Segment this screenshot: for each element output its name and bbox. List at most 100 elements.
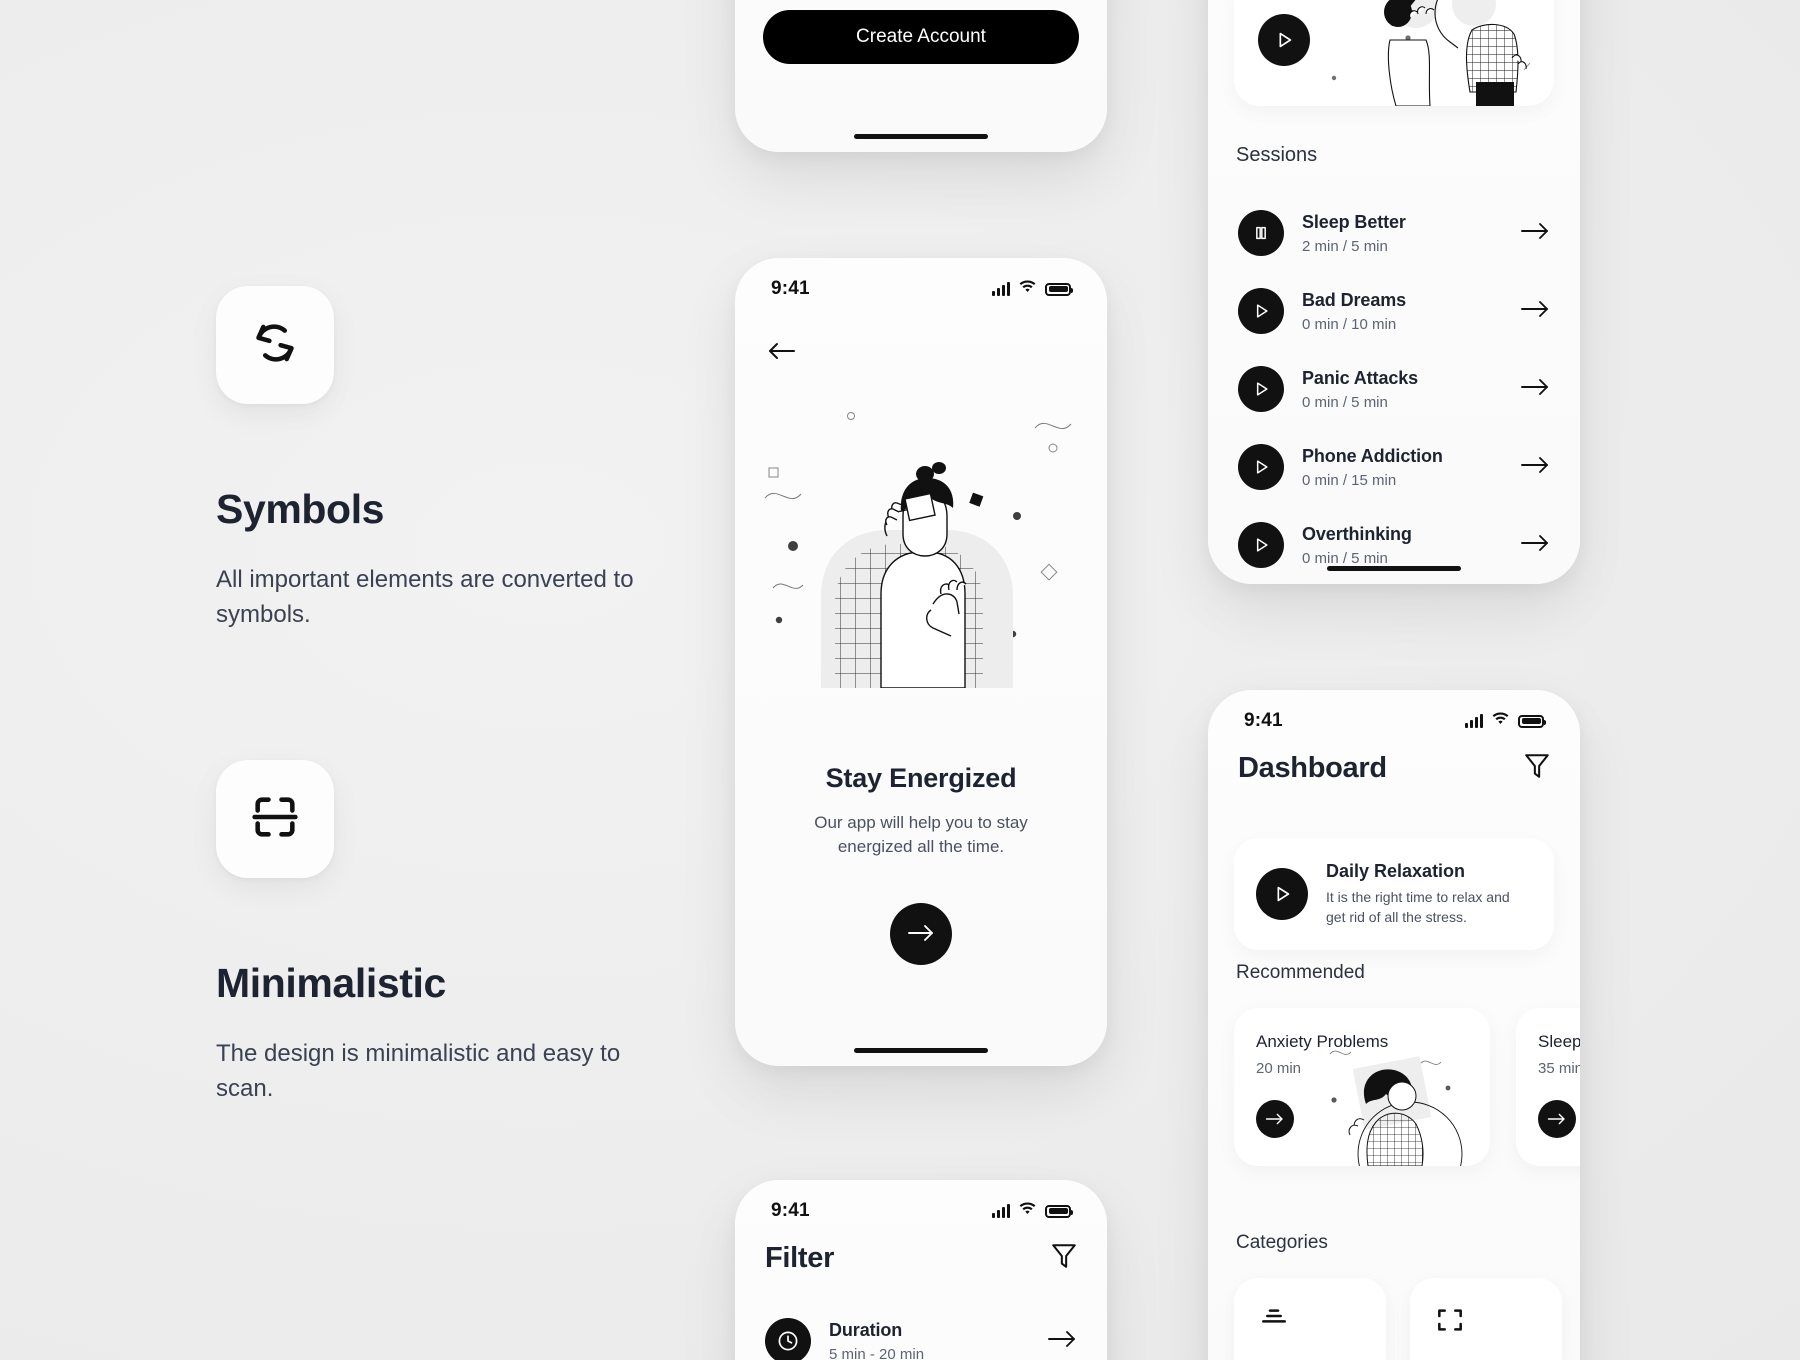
page-title: Dashboard (1238, 752, 1387, 784)
phone-dashboard-screen: 9:41 Dashboard Daily Relaxation It is th… (1208, 690, 1580, 1360)
phone-onboarding-screen: 9:41 Stay Energized Our app will help yo… (735, 258, 1107, 1066)
feature-description: The design is minimalistic and easy to s… (216, 1040, 621, 1102)
cellular-signal-icon (1465, 714, 1483, 728)
recommended-card[interactable]: Anxiety Problems 20 min (1234, 1008, 1490, 1166)
session-title: Overthinking (1302, 523, 1412, 544)
funnel-icon[interactable] (1524, 752, 1550, 785)
battery-full-icon (1518, 714, 1546, 728)
arrow-right-icon[interactable] (1256, 1100, 1294, 1138)
table-row[interactable]: Phone Addiction 0 min / 15 min (1208, 428, 1580, 506)
status-icons (992, 1202, 1073, 1220)
list-item[interactable]: Duration 5 min - 20 min (735, 1302, 1107, 1360)
status-time: 9:41 (1244, 710, 1283, 731)
session-hero-card[interactable] (1234, 0, 1554, 106)
scan-icon (249, 791, 301, 848)
table-row[interactable]: Panic Attacks 0 min / 5 min (1208, 350, 1580, 428)
row-text: Panic Attacks 0 min / 5 min (1302, 368, 1502, 411)
categories-row (1234, 1278, 1562, 1360)
session-progress: 0 min / 10 min (1302, 315, 1397, 333)
feature-title: Symbols (216, 486, 385, 532)
session-progress: 0 min / 5 min (1302, 549, 1388, 567)
daily-card-title: Daily Relaxation (1326, 861, 1466, 882)
signup-screen-body: Create Account (735, 0, 1107, 152)
battery-full-icon (1045, 282, 1073, 296)
play-icon[interactable] (1238, 288, 1284, 334)
play-icon[interactable] (1238, 522, 1284, 568)
next-button[interactable] (890, 903, 952, 965)
daily-relaxation-card[interactable]: Daily Relaxation It is the right time to… (1234, 838, 1554, 950)
arrow-right-icon[interactable] (1520, 533, 1550, 558)
session-progress: 2 min / 5 min (1302, 237, 1388, 255)
feature-minimalistic: Minimalistic The design is minimalistic … (216, 760, 636, 1106)
create-account-button[interactable]: Create Account (763, 10, 1079, 64)
daily-card-text: Daily Relaxation It is the right time to… (1326, 861, 1532, 927)
pause-icon[interactable] (1238, 210, 1284, 256)
home-indicator (854, 1048, 988, 1053)
session-title: Sleep Better (1302, 211, 1406, 232)
feature-list: Symbols All important elements are conve… (216, 286, 636, 1234)
session-title: Phone Addiction (1302, 445, 1443, 466)
section-label-categories: Categories (1236, 1232, 1328, 1253)
filter-screen-body: 9:41 Filter Duration 5 min - 20 min (735, 1180, 1107, 1360)
status-time: 9:41 (771, 1200, 810, 1221)
category-card[interactable] (1234, 1278, 1386, 1360)
row-text: Bad Dreams 0 min / 10 min (1302, 290, 1502, 333)
filter-row-list: Duration 5 min - 20 min (735, 1302, 1107, 1360)
dashboard-header: Dashboard (1238, 752, 1550, 785)
session-progress: 0 min / 5 min (1302, 393, 1388, 411)
play-icon[interactable] (1238, 366, 1284, 412)
table-row[interactable]: Overthinking 0 min / 5 min (1208, 506, 1580, 584)
arrow-right-icon[interactable] (1047, 1329, 1077, 1354)
onboarding-subtitle: Our app will help you to stay energized … (814, 813, 1028, 857)
category-card[interactable] (1410, 1278, 1562, 1360)
arrow-right-icon[interactable] (1520, 377, 1550, 402)
list-item-title: Duration (829, 1319, 903, 1340)
status-bar: 9:41 (1208, 708, 1580, 734)
status-time: 9:41 (771, 278, 810, 299)
play-icon[interactable] (1258, 14, 1310, 66)
recommended-card[interactable]: Sleep 35 min (1516, 1008, 1580, 1166)
arrow-right-icon[interactable] (1520, 221, 1550, 246)
wifi-icon (1492, 712, 1509, 730)
section-label-sessions: Sessions (1236, 144, 1318, 166)
table-row[interactable]: Bad Dreams 0 min / 10 min (1208, 272, 1580, 350)
row-text: Phone Addiction 0 min / 15 min (1302, 446, 1502, 489)
cellular-signal-icon (992, 1204, 1010, 1218)
onboarding-title: Stay Energized (825, 763, 1017, 793)
onboarding-illustration (735, 388, 1107, 689)
play-icon[interactable] (1256, 868, 1308, 920)
wifi-icon (1019, 280, 1036, 298)
session-title: Bad Dreams (1302, 289, 1407, 310)
frame-icon (1434, 1304, 1466, 1341)
battery-full-icon (1045, 1204, 1073, 1218)
sync-icon (249, 317, 301, 374)
hero-illustration (1331, 0, 1531, 106)
recommended-carousel[interactable]: Anxiety Problems 20 min Sleep 35 min (1234, 1008, 1580, 1166)
scan-icon-tile (216, 760, 334, 879)
play-icon[interactable] (1238, 444, 1284, 490)
status-icons (1465, 712, 1546, 730)
table-row[interactable]: Sleep Better 2 min / 5 min (1208, 194, 1580, 272)
clock-icon (765, 1318, 811, 1360)
onboarding-screen-body: 9:41 Stay Energized Our app will help yo… (735, 258, 1107, 1066)
phone-filter-screen: 9:41 Filter Duration 5 min - 20 min (735, 1180, 1107, 1360)
home-indicator (854, 134, 988, 139)
funnel-icon[interactable] (1051, 1242, 1077, 1275)
row-text: Sleep Better 2 min / 5 min (1302, 212, 1502, 255)
phone-signup-screen: Create Account (735, 0, 1107, 152)
section-label-recommended: Recommended (1236, 962, 1365, 983)
recommended-duration: 35 min (1538, 1060, 1580, 1077)
session-progress: 0 min / 15 min (1302, 471, 1397, 489)
sessions-list: Sleep Better 2 min / 5 min Bad Dreams 0 … (1208, 194, 1580, 584)
recommended-duration: 20 min (1256, 1060, 1302, 1077)
home-indicator (1327, 566, 1461, 571)
feature-title: Minimalistic (216, 960, 446, 1007)
recommended-title: Sleep (1538, 1032, 1580, 1051)
sync-icon-tile (216, 286, 334, 404)
arrow-right-icon[interactable] (1520, 299, 1550, 324)
meditation-icon (1258, 1304, 1290, 1341)
list-item-text: Duration 5 min - 20 min (829, 1320, 1029, 1360)
arrow-right-icon[interactable] (1520, 455, 1550, 480)
arrow-right-icon[interactable] (1538, 1100, 1576, 1138)
back-arrow-icon[interactable] (767, 334, 807, 368)
